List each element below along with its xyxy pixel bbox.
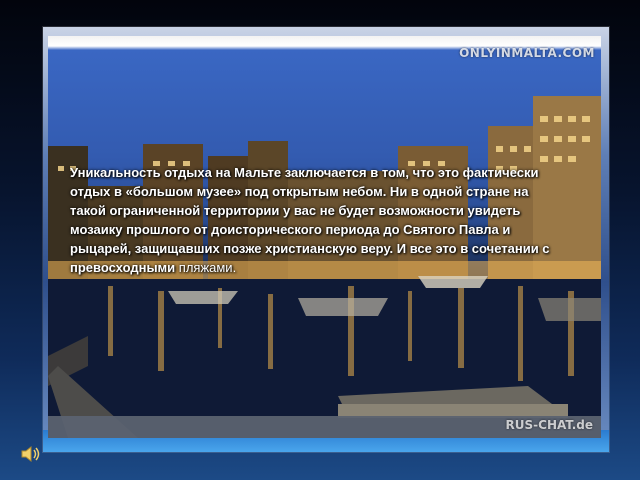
photo-watermark-bottom: RUS-CHAT.de <box>505 418 593 432</box>
photo-watermark-top: ONLYINMALTA.COM <box>459 46 595 60</box>
slide: ONLYINMALTA.COM RUS-CHAT.de Уникальность… <box>0 0 640 480</box>
body-text-main: Уникальность отдыха на Мальте заключаетс… <box>70 165 550 275</box>
speaker-icon[interactable] <box>20 445 42 463</box>
slide-body-text: Уникальность отдыха на Мальте заключаетс… <box>70 163 555 277</box>
body-text-tail: пляжами. <box>175 260 237 275</box>
